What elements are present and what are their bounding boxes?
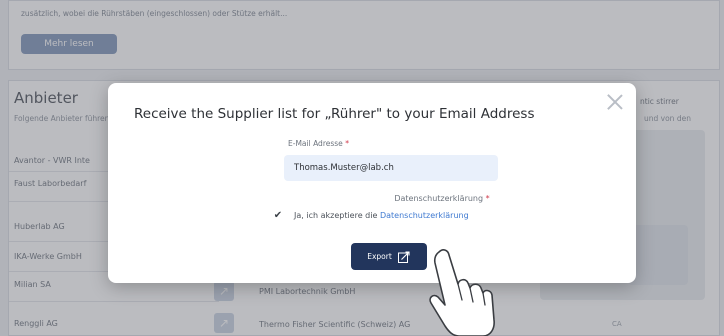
consent-checkbox[interactable]: ✔: [272, 209, 284, 221]
export-button[interactable]: Export: [351, 243, 427, 270]
export-button-label: Export: [367, 252, 392, 261]
required-mark: *: [345, 139, 349, 148]
privacy-label-text: Datenschutzerklärung: [394, 194, 484, 203]
export-icon: [397, 250, 410, 263]
privacy-label: Datenschutzerklärung *: [108, 194, 636, 203]
modal-title: Receive the Supplier list for „Rührer" t…: [134, 106, 535, 122]
close-icon[interactable]: [606, 93, 624, 111]
pointer-hand-icon: [429, 249, 495, 336]
email-input[interactable]: [284, 155, 498, 181]
email-label: E-Mail Adresse *: [288, 139, 349, 148]
email-label-text: E-Mail Adresse: [288, 139, 343, 148]
consent-row: ✔ Ja, ich akzeptiere die Datenschutzerkl…: [272, 209, 469, 221]
privacy-policy-link[interactable]: Datenschutzerklärung: [380, 211, 469, 220]
supplier-list-modal: Receive the Supplier list for „Rührer" t…: [108, 83, 636, 283]
required-mark: *: [485, 194, 490, 203]
consent-text: Ja, ich akzeptiere die: [294, 210, 378, 220]
